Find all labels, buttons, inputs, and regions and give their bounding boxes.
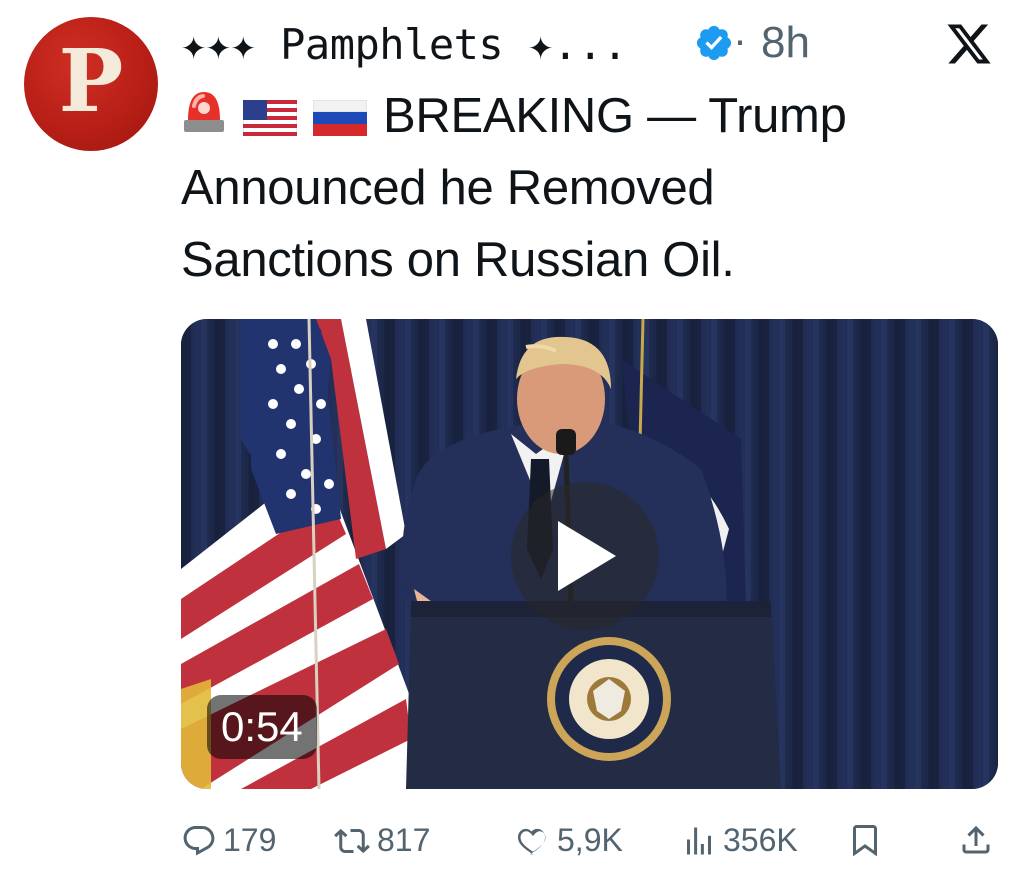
repost-count: 817 xyxy=(377,822,431,858)
post-text-line1: BREAKING — Trump xyxy=(383,89,847,143)
play-button[interactable] xyxy=(511,482,659,630)
post-text-line: BREAKING — Trump xyxy=(181,80,961,152)
avatar[interactable]: P xyxy=(24,17,158,151)
play-icon xyxy=(558,521,616,591)
x-logo-icon[interactable] xyxy=(945,20,993,68)
video-player[interactable]: 0:54 xyxy=(181,319,998,789)
video-duration: 0:54 xyxy=(207,695,317,759)
action-bar: 179 817 5,9K 356K xyxy=(181,822,998,870)
views-count: 356K xyxy=(723,822,798,858)
share-button[interactable] xyxy=(958,822,1000,858)
avatar-letter: P xyxy=(58,31,124,132)
heart-icon xyxy=(517,828,546,854)
like-count: 5,9K xyxy=(557,822,623,858)
repost-icon xyxy=(334,828,370,853)
russia-flag-icon xyxy=(313,100,367,136)
post-text-line2: Announced he Removed xyxy=(181,161,715,215)
timestamp[interactable]: 8h xyxy=(761,18,810,68)
us-flag-icon xyxy=(243,100,297,136)
display-name[interactable]: ✦✦✦ Pamphlets ✦... xyxy=(181,20,628,69)
post-text: BREAKING — Trump Announced he Removed Sa… xyxy=(181,80,961,296)
reply-button[interactable]: 179 xyxy=(181,822,276,859)
post-text-line3: Sanctions on Russian Oil. xyxy=(181,233,735,287)
verified-badge-icon xyxy=(696,25,732,61)
share-icon xyxy=(962,825,990,854)
bookmark-icon xyxy=(853,825,877,857)
reply-count: 179 xyxy=(223,822,277,858)
rotating-light-icon xyxy=(184,92,224,132)
post-header: ✦✦✦ Pamphlets ✦... · 8h xyxy=(181,14,1024,70)
bookmark-button[interactable] xyxy=(847,822,889,858)
reply-icon xyxy=(183,825,215,856)
like-button[interactable]: 5,9K xyxy=(515,822,623,859)
separator-dot: · xyxy=(733,16,747,63)
repost-button[interactable]: 817 xyxy=(333,822,430,859)
views-icon xyxy=(687,827,711,854)
views-button[interactable]: 356K xyxy=(681,822,798,859)
